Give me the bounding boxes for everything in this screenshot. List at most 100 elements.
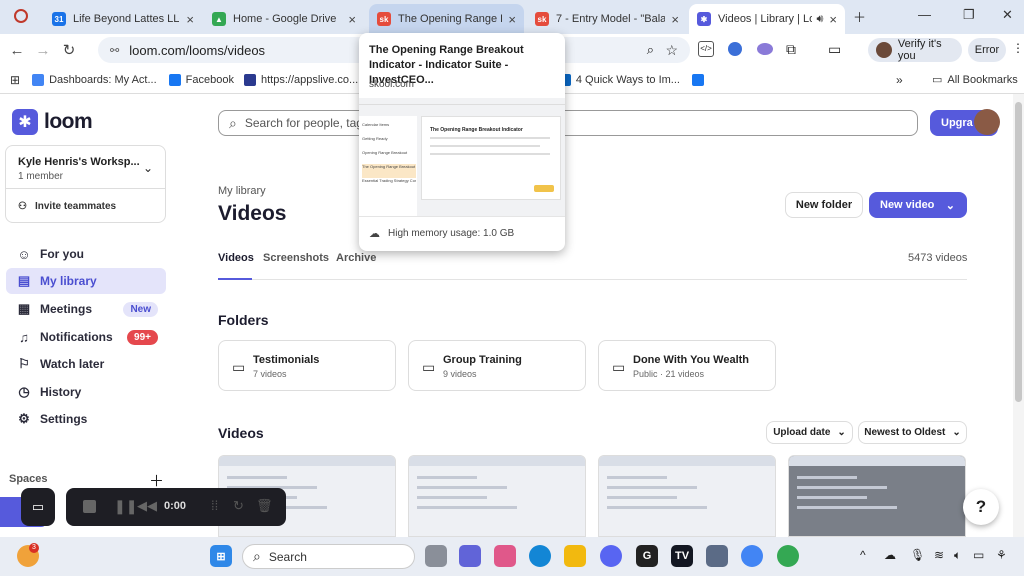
onedrive-icon[interactable]: ☁ (884, 548, 896, 562)
sidebar-item-history[interactable]: ◷ History (6, 379, 166, 405)
videos-heading: Videos (218, 425, 264, 441)
menu-icon[interactable]: ⋮ (1012, 41, 1024, 55)
close-tab-icon[interactable]: × (671, 12, 679, 27)
tab-3[interactable]: sk The Opening Range Brea × (369, 4, 524, 34)
app-icon[interactable]: G (636, 545, 658, 567)
discord-icon[interactable] (600, 545, 622, 567)
restart-icon[interactable]: ↻ (233, 498, 244, 514)
scrollbar[interactable] (1013, 94, 1024, 537)
pause-icon[interactable]: ❚❚ (114, 498, 137, 515)
puzzle-icon[interactable]: ⧉ (786, 41, 796, 58)
notification-center-icon[interactable]: ⚘ (996, 548, 1007, 562)
skool-icon: sk (535, 12, 549, 26)
tab-screenshots[interactable]: Screenshots (263, 252, 329, 264)
task-view-icon[interactable] (425, 545, 447, 567)
bookmark-item[interactable]: 4 Quick Ways to Im... (558, 73, 680, 86)
taskbar-search[interactable]: ⌕ Search (242, 544, 415, 569)
zoom-app-icon[interactable] (459, 545, 481, 567)
tab-archive[interactable]: Archive (336, 252, 376, 264)
all-bookmarks-link[interactable]: ▭ All Bookmarks (932, 73, 1018, 87)
windows-start-icon[interactable]: ⊞ (210, 545, 232, 567)
scrollbar-thumb[interactable] (1015, 102, 1022, 402)
rewind-icon[interactable]: ◀◀ (137, 498, 157, 514)
close-tab-icon[interactable]: × (186, 12, 194, 27)
copilot-icon[interactable] (494, 545, 516, 567)
sidebar-item-meetings[interactable]: ▦ Meetings New (6, 296, 166, 322)
bookmark-item[interactable] (691, 73, 709, 86)
close-tab-icon[interactable]: × (508, 12, 516, 27)
new-folder-button[interactable]: New folder (785, 192, 863, 218)
stop-icon[interactable] (83, 500, 96, 513)
avatar[interactable] (974, 109, 1000, 135)
tab-search-icon[interactable]: ▭ (828, 41, 841, 58)
sidebar-item-my-library[interactable]: ▤ My library (6, 268, 166, 294)
sidebar-item-watch-later[interactable]: ⚐ Watch later (6, 351, 166, 377)
battery-icon[interactable]: ▭ (973, 548, 984, 562)
sidebar-item-notifications[interactable]: ♫ Notifications 99+ (6, 324, 166, 350)
sidebar-item-settings[interactable]: ⚙ Settings (6, 406, 166, 432)
new-tab-button[interactable]: ＋ (853, 7, 866, 26)
tab-title: Videos | Library | Lo (718, 13, 813, 25)
edge-icon[interactable] (529, 545, 551, 567)
chrome-icon[interactable] (741, 545, 763, 567)
new-video-button[interactable]: New video ⌄ (869, 192, 967, 218)
sidebar-item-for-you[interactable]: ☺ For you (6, 241, 166, 267)
forward-icon[interactable]: → (30, 42, 56, 59)
minimize-icon[interactable]: — (918, 7, 931, 22)
workspace-name[interactable]: Kyle Henris's Worksp... (18, 156, 140, 168)
trash-icon[interactable]: 🗑︎ (256, 498, 273, 514)
site-info-icon[interactable]: ⚯ (110, 44, 119, 57)
extension-icon[interactable] (757, 43, 773, 55)
tab-1[interactable]: 31 Life Beyond Lattes LLC - × (44, 4, 202, 34)
tradingview-icon[interactable]: TV (671, 545, 693, 567)
wifi-icon[interactable]: ≋ (934, 548, 944, 562)
sort-upload-date-button[interactable]: Upload date ⌄ (766, 421, 853, 444)
tab-4[interactable]: sk 7 - Entry Model - "Balan × (527, 4, 687, 34)
search-input[interactable]: ⌕ Search for people, tags (218, 110, 918, 136)
tab-2[interactable]: ▲ Home - Google Drive × (204, 4, 364, 34)
apps-icon[interactable]: ⊞ (10, 73, 20, 87)
verify-button[interactable]: Verify it's you (868, 38, 962, 62)
extension-icon[interactable]: </> (698, 41, 714, 57)
more-bookmarks-icon[interactable]: » (896, 73, 903, 87)
sort-order-button[interactable]: Newest to Oldest ⌄ (858, 421, 967, 444)
invite-teammates-button[interactable]: ⚇ Invite teammates (18, 201, 116, 212)
zoom-icon[interactable]: ⌕ (647, 42, 654, 58)
back-icon[interactable]: ← (4, 42, 30, 59)
extension-icon[interactable] (728, 42, 742, 56)
chrome-profile-icon[interactable] (777, 545, 799, 567)
bookmark-star-icon[interactable]: ☆ (665, 42, 678, 59)
bookmark-item[interactable]: https://appslive.co... (243, 73, 358, 86)
video-thumbnail[interactable] (598, 455, 776, 537)
maximize-icon[interactable]: ❐ (963, 7, 975, 23)
tray-chevron-icon[interactable]: ^ (860, 548, 866, 562)
camera-icon[interactable]: ▭ (21, 488, 55, 526)
video-thumbnail[interactable] (788, 455, 966, 537)
file-explorer-icon[interactable] (564, 545, 586, 567)
reload-icon[interactable]: ↻ (56, 41, 82, 59)
volume-icon[interactable]: 🔈︎ (954, 548, 961, 563)
bookmark-item[interactable]: Dashboards: My Act... (32, 73, 157, 86)
record-icon[interactable] (14, 9, 28, 23)
chevron-down-icon[interactable]: ⌄ (143, 161, 153, 175)
drag-handle-icon[interactable]: ⁞⁞ (211, 498, 218, 513)
folder-card[interactable]: ▭ Group Training 9 videos (408, 340, 586, 391)
video-thumbnail[interactable] (408, 455, 586, 537)
folder-card[interactable]: ▭ Testimonials 7 videos (218, 340, 396, 391)
microphone-icon[interactable]: 🎙︎ (910, 548, 925, 562)
bookmark-item[interactable]: Facebook (168, 73, 234, 86)
breadcrumb[interactable]: My library (218, 185, 266, 197)
close-tab-icon[interactable]: × (829, 12, 837, 27)
loom-logo[interactable]: ✱ loom (12, 109, 93, 135)
error-button[interactable]: Error (968, 38, 1006, 62)
folder-card[interactable]: ▭ Done With You Wealth Public · 21 videos (598, 340, 776, 391)
tab-5[interactable]: ✱ Videos | Library | Lo 🔊︎ × (689, 4, 845, 34)
close-window-icon[interactable]: ✕ (1002, 7, 1013, 23)
help-button[interactable]: ? (963, 489, 999, 525)
bookmark-favicon (32, 73, 45, 86)
calculator-icon[interactable] (706, 545, 728, 567)
spaces-heading: Spaces (9, 473, 48, 485)
audio-icon[interactable]: 🔊︎ (816, 13, 823, 26)
close-tab-icon[interactable]: × (348, 12, 356, 27)
tab-videos[interactable]: Videos (218, 252, 254, 264)
